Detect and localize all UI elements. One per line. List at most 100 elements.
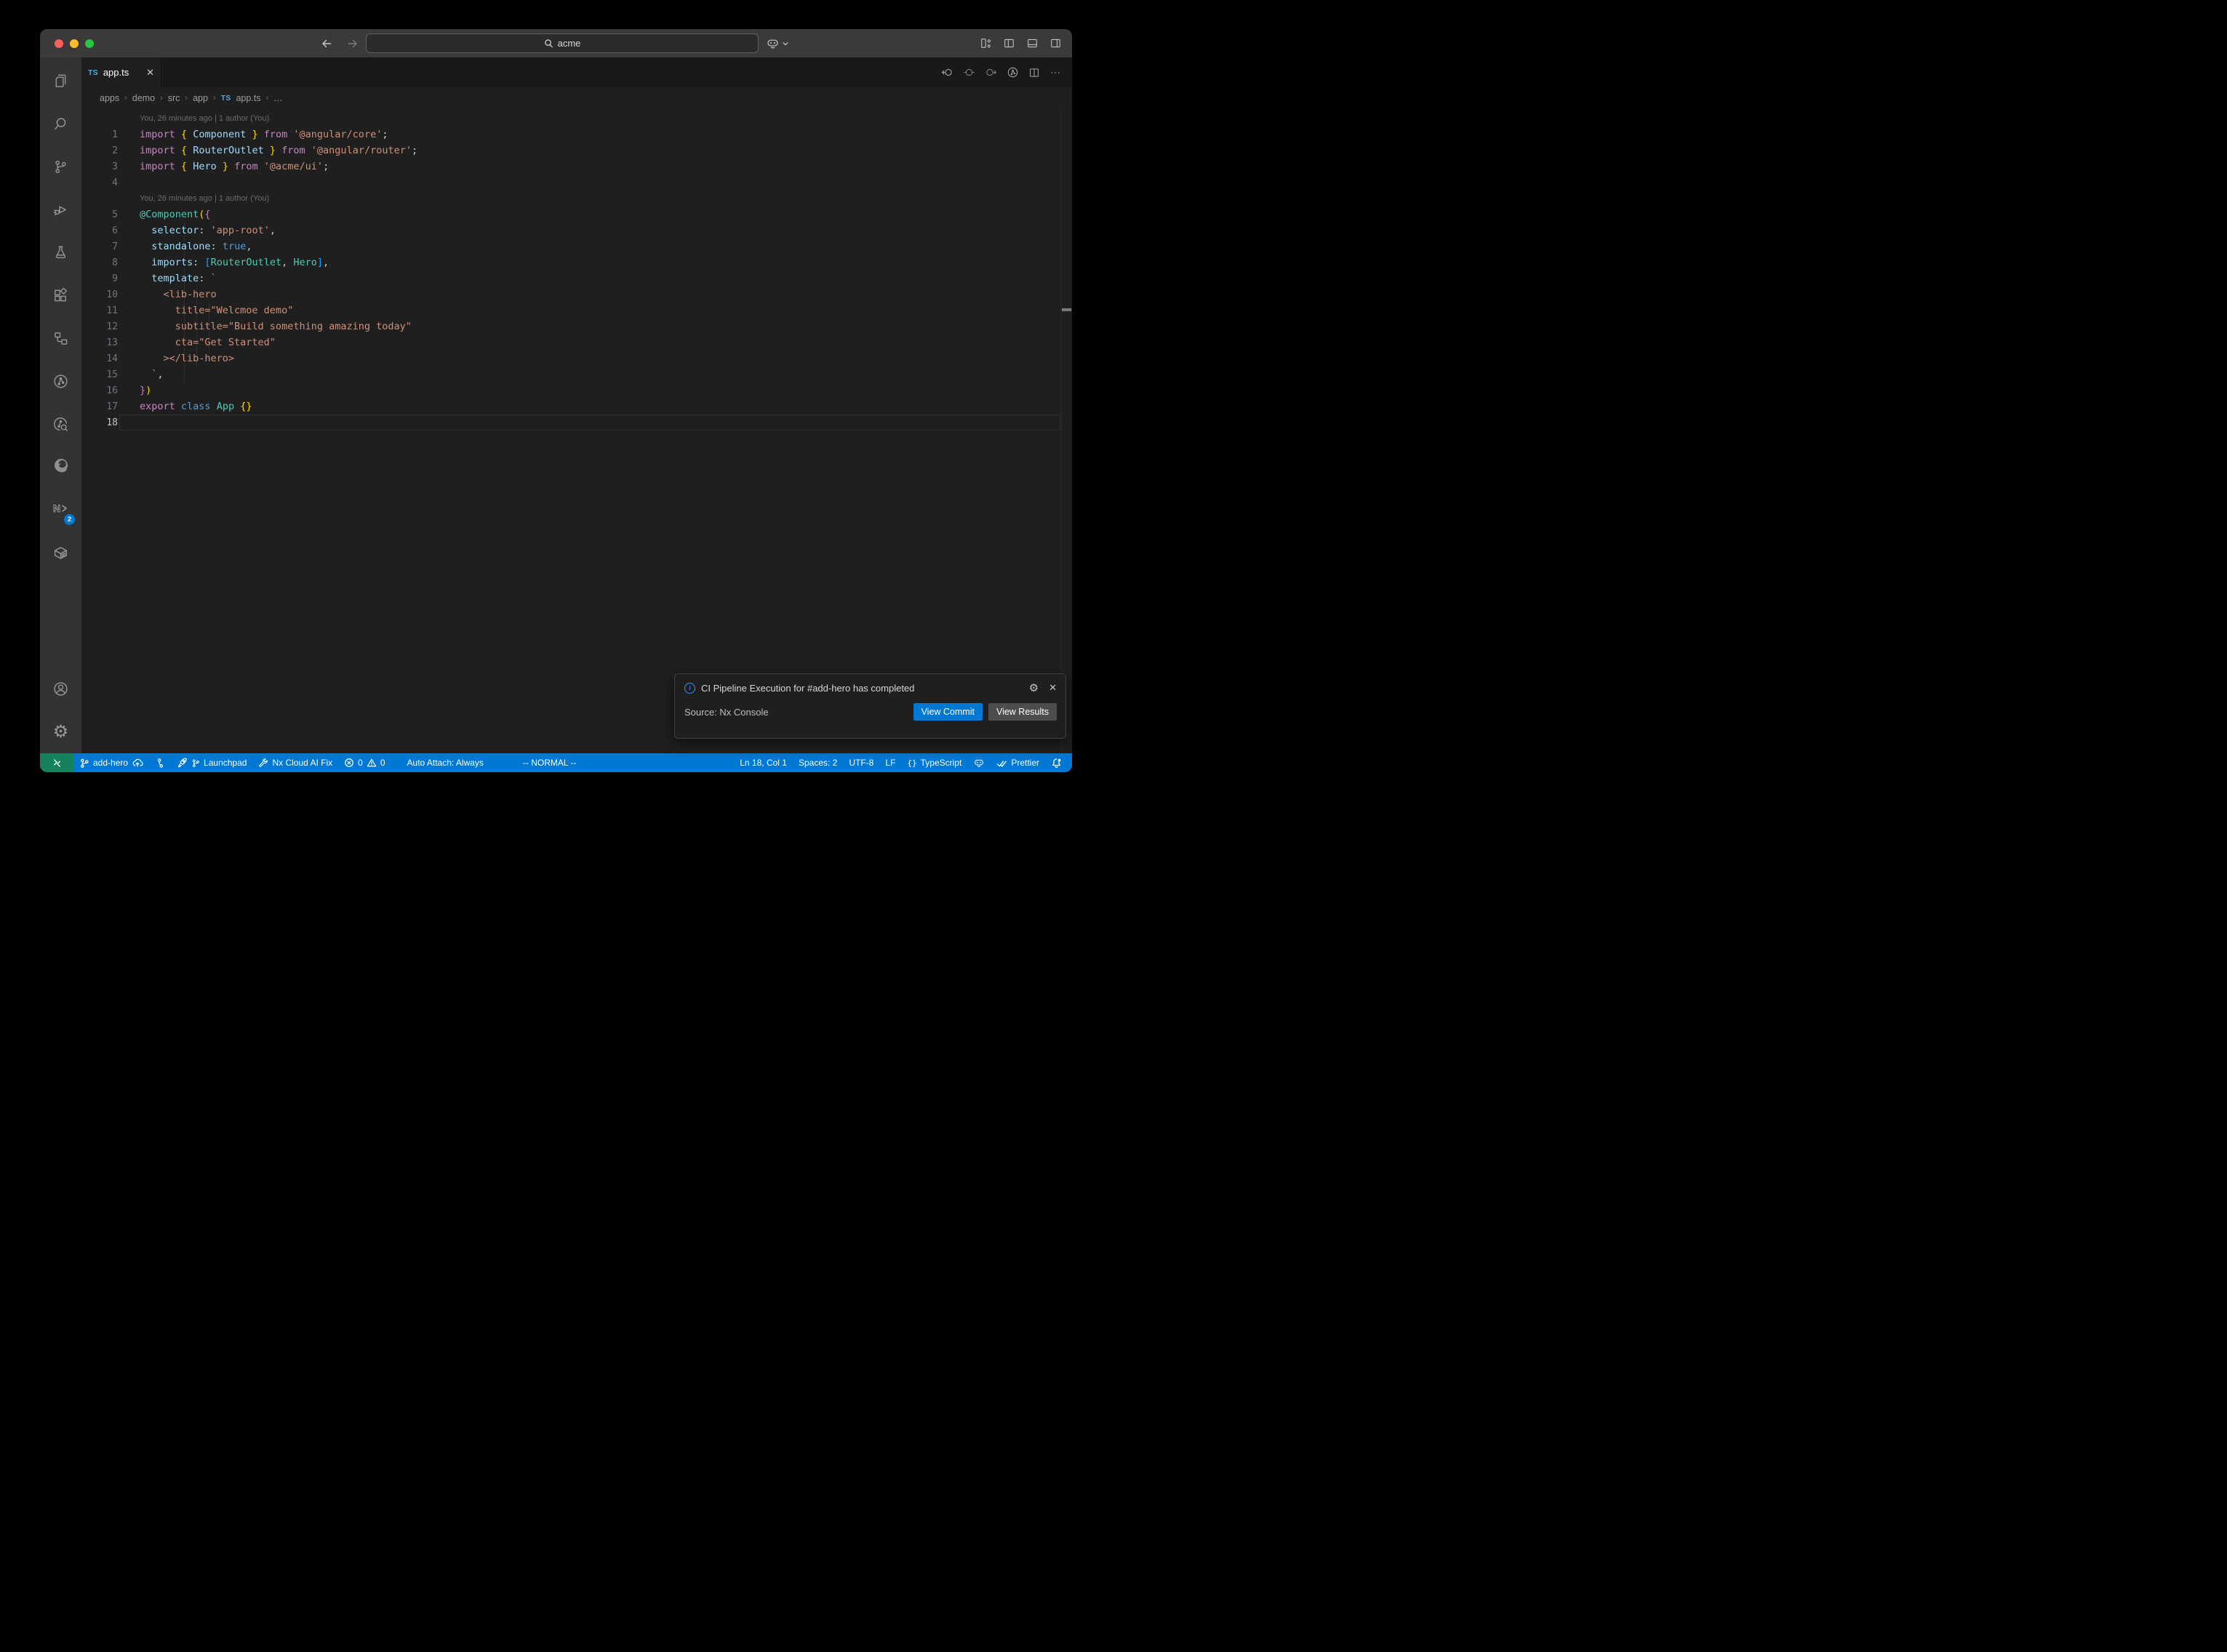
edge-browser-icon	[52, 457, 70, 478]
customize-layout-icon[interactable]	[980, 37, 992, 49]
git-branch-small-icon	[191, 758, 200, 768]
indentation-item[interactable]: Spaces: 2	[794, 753, 841, 772]
navigate-back-icon[interactable]	[320, 37, 333, 50]
nx-cloud-label: Nx Cloud AI Fix	[272, 758, 332, 768]
code-row: 12 subtitle="Build something amazing tod…	[81, 318, 1060, 334]
minimize-window-button[interactable]	[70, 39, 79, 48]
code-editor[interactable]: You, 26 minutes ago | 1 author (You)1imp…	[81, 109, 1072, 753]
code-row: 9 template: `	[81, 270, 1060, 286]
sidebar-item-containers[interactable]	[40, 532, 81, 574]
breadcrumb-item-app[interactable]: app	[193, 93, 208, 103]
vim-mode-item[interactable]: -- NORMAL --	[519, 753, 581, 772]
command-center-search[interactable]: acme	[366, 33, 759, 53]
svg-text:N: N	[53, 502, 60, 514]
extensions-icon	[52, 287, 69, 304]
tab-label: app.ts	[103, 67, 141, 78]
chevron-right-icon: ›	[266, 94, 269, 103]
sidebar-item-project-graph-search[interactable]	[40, 403, 81, 446]
sidebar-item-run-debug[interactable]	[40, 188, 81, 231]
encoding-item[interactable]: UTF-8	[844, 753, 878, 772]
error-count: 0	[358, 758, 363, 768]
rocket-icon	[177, 758, 188, 769]
view-commit-button[interactable]: View Commit	[913, 703, 983, 721]
explorer-icon	[52, 73, 69, 89]
language-mode-item[interactable]: {} TypeScript	[903, 753, 966, 772]
view-results-button[interactable]: View Results	[988, 703, 1057, 721]
status-bar: add-hero Launchpad Nx Cloud AI Fix 0 0	[40, 753, 1072, 772]
sidebar-item-extensions[interactable]	[40, 274, 81, 317]
breadcrumb-item-symbol[interactable]: …	[273, 93, 283, 103]
auto-attach-item[interactable]: Auto Attach: Always	[403, 753, 488, 772]
zoom-window-button[interactable]	[85, 39, 94, 48]
branch-status-item[interactable]: add-hero	[75, 753, 148, 772]
copilot-menu[interactable]	[766, 36, 789, 50]
blame-row: You, 26 minutes ago | 1 author (You)	[81, 111, 1060, 127]
breadcrumb-item-src[interactable]: src	[168, 93, 180, 103]
toggle-secondary-sidebar-icon[interactable]	[1049, 37, 1062, 49]
blame-row: You, 26 minutes ago | 1 author (You)	[81, 191, 1060, 206]
tab-app-ts[interactable]: TS app.ts ✕	[81, 57, 161, 87]
chevron-right-icon: ›	[185, 94, 188, 103]
sidebar-item-source-control[interactable]	[40, 145, 81, 188]
toggle-panel-icon[interactable]	[1026, 37, 1039, 49]
typescript-file-icon: TS	[221, 94, 231, 103]
breadcrumb-item-demo[interactable]: demo	[132, 93, 155, 103]
notifications-bell-item[interactable]	[1047, 753, 1066, 772]
remote-indicator[interactable]	[40, 753, 73, 772]
prettier-status-item[interactable]: Prettier	[992, 753, 1044, 772]
close-window-button[interactable]	[55, 39, 63, 48]
record-circle-icon[interactable]	[963, 67, 975, 78]
search-value: acme	[558, 38, 581, 49]
copilot-icon	[766, 36, 780, 50]
warning-icon	[367, 758, 377, 768]
project-graph-icon	[52, 373, 69, 390]
navigate-back-circle-icon[interactable]	[941, 67, 953, 78]
search-icon	[544, 39, 553, 48]
git-branch-icon	[79, 758, 89, 769]
more-actions-icon[interactable]	[1049, 67, 1061, 79]
sidebar-item-testing[interactable]	[40, 231, 81, 274]
vscode-window: acme	[40, 29, 1072, 772]
chevron-right-icon: ›	[124, 94, 127, 103]
sidebar-item-nx-console[interactable]: N 2	[40, 489, 81, 532]
sidebar-item-type-hierarchy[interactable]	[40, 317, 81, 360]
eol-item[interactable]: LF	[881, 753, 900, 772]
settings-button[interactable]: ⚙	[40, 710, 81, 753]
launchpad-status-item[interactable]: Launchpad	[172, 753, 251, 772]
nx-cloud-ai-fix-item[interactable]: Nx Cloud AI Fix	[254, 753, 337, 772]
breadcrumb-item-file[interactable]: app.ts	[236, 93, 260, 103]
vim-mode-label: -- NORMAL --	[523, 758, 577, 768]
commits-status-item[interactable]	[151, 753, 169, 772]
copilot-status-item[interactable]	[969, 753, 989, 772]
info-icon: i	[684, 683, 695, 694]
accounts-button[interactable]	[40, 667, 81, 710]
launchpad-label: Launchpad	[204, 758, 247, 768]
braces-icon: {}	[907, 758, 916, 768]
navigate-forward-icon[interactable]	[346, 37, 359, 50]
testing-beaker-icon	[52, 244, 69, 261]
notification-close-icon[interactable]: ✕	[1049, 682, 1057, 694]
graph-circle-icon[interactable]	[1007, 66, 1019, 79]
sidebar-item-project-graph[interactable]	[40, 360, 81, 403]
code-row: 13 cta="Get Started"	[81, 334, 1060, 350]
close-tab-icon[interactable]: ✕	[146, 67, 154, 79]
split-editor-icon[interactable]	[1028, 67, 1040, 79]
problems-status-item[interactable]: 0 0	[340, 753, 389, 772]
sidebar-item-explorer[interactable]	[40, 60, 81, 103]
code-row: 2import { RouterOutlet } from '@angular/…	[81, 143, 1060, 159]
code-row: 3import { Hero } from '@acme/ui';	[81, 159, 1060, 175]
editor-tab-bar: TS app.ts ✕	[81, 57, 1072, 87]
cursor-position-item[interactable]: Ln 18, Col 1	[735, 753, 791, 772]
breadcrumb-item-apps[interactable]: apps	[100, 93, 119, 103]
bell-dot-icon	[1051, 758, 1062, 769]
toggle-primary-sidebar-icon[interactable]	[1003, 37, 1015, 49]
account-icon	[52, 681, 69, 697]
navigate-forward-circle-icon[interactable]	[985, 67, 997, 78]
sidebar-item-edge-browser[interactable]	[40, 446, 81, 489]
notification-settings-icon[interactable]: ⚙	[1029, 681, 1039, 694]
overview-ruler[interactable]	[1061, 109, 1072, 753]
remote-icon	[52, 758, 63, 769]
search-view-icon	[52, 116, 69, 132]
sidebar-item-search[interactable]	[40, 103, 81, 145]
wrench-icon	[258, 758, 268, 768]
